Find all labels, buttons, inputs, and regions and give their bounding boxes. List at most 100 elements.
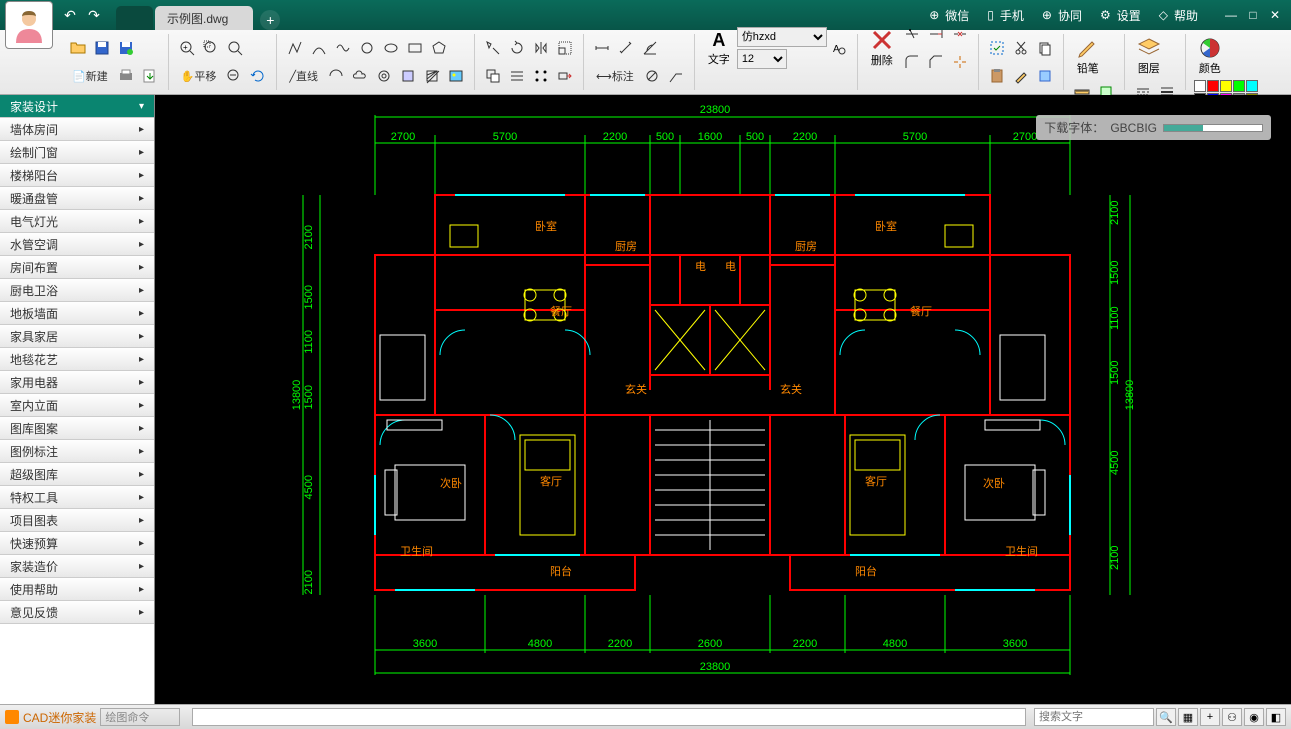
hatch-icon[interactable]	[421, 65, 443, 87]
fillet-icon[interactable]	[901, 51, 923, 73]
paste-icon[interactable]	[986, 65, 1008, 87]
sidebar-item-hvac[interactable]: 暖通盘管	[0, 187, 154, 210]
polygon-icon[interactable]	[428, 37, 450, 59]
maximize-button[interactable]: □	[1242, 6, 1264, 24]
color-green[interactable]	[1233, 80, 1245, 92]
trim-icon[interactable]	[901, 23, 923, 45]
copy-clip-icon[interactable]	[1034, 37, 1056, 59]
sidebar-item-library[interactable]: 图库图案	[0, 417, 154, 440]
color-button[interactable]: 颜色	[1192, 34, 1228, 78]
zoom-dropdown-icon[interactable]	[224, 37, 246, 59]
font-size-select[interactable]: 12	[737, 49, 787, 69]
color-cyan[interactable]	[1246, 80, 1258, 92]
select-all-icon[interactable]	[986, 37, 1008, 59]
mirror-icon[interactable]	[530, 37, 552, 59]
break-icon[interactable]	[949, 23, 971, 45]
export-icon[interactable]	[139, 65, 161, 87]
polyline-icon[interactable]	[284, 37, 306, 59]
status-btn-1[interactable]: ▦	[1178, 708, 1198, 726]
close-button[interactable]: ✕	[1264, 6, 1286, 24]
status-btn-5[interactable]: ◧	[1266, 708, 1286, 726]
print-icon[interactable]	[115, 65, 137, 87]
sidebar-item-legend[interactable]: 图例标注	[0, 440, 154, 463]
color-red[interactable]	[1207, 80, 1219, 92]
ellipse-icon[interactable]	[380, 37, 402, 59]
find-text-icon[interactable]: A	[828, 37, 850, 59]
tab-1[interactable]	[116, 6, 153, 30]
dim-diameter-icon[interactable]	[641, 65, 663, 87]
search-text-input[interactable]	[1034, 708, 1154, 726]
drawing-canvas[interactable]: 23800 2700 5700 2200 500 1600 500 2200 5…	[155, 95, 1291, 704]
arc-icon[interactable]	[308, 37, 330, 59]
match-prop-icon[interactable]	[1010, 65, 1032, 87]
save-icon[interactable]	[91, 37, 113, 59]
scale-icon[interactable]	[554, 37, 576, 59]
sidebar-item-stair-balcony[interactable]: 楼梯阳台	[0, 164, 154, 187]
arc2-icon[interactable]	[325, 65, 347, 87]
rotate-icon[interactable]	[506, 37, 528, 59]
spline-icon[interactable]	[332, 37, 354, 59]
sidebar-item-furniture[interactable]: 家具家居	[0, 325, 154, 348]
copy-icon[interactable]	[482, 65, 504, 87]
new-tab-button[interactable]: +	[260, 10, 280, 30]
rect-icon[interactable]	[404, 37, 426, 59]
status-btn-3[interactable]: ⚇	[1222, 708, 1242, 726]
circle-icon[interactable]	[356, 37, 378, 59]
dim-linear-icon[interactable]	[591, 37, 613, 59]
cloud-icon[interactable]	[349, 65, 371, 87]
collab-link[interactable]: ⊕协同	[1042, 7, 1088, 24]
stretch-icon[interactable]	[554, 65, 576, 87]
ring-icon[interactable]	[373, 65, 395, 87]
sidebar-item-help[interactable]: 使用帮助	[0, 578, 154, 601]
zoom-extents-icon[interactable]: +	[176, 37, 198, 59]
sidebar-item-door-window[interactable]: 绘制门窗	[0, 141, 154, 164]
sidebar-item-wall-room[interactable]: 墙体房间	[0, 118, 154, 141]
array-icon[interactable]	[530, 65, 552, 87]
sidebar-item-feedback[interactable]: 意见反馈	[0, 601, 154, 624]
sidebar-item-appliance[interactable]: 家用电器	[0, 371, 154, 394]
delete-button[interactable]: 删除	[864, 26, 900, 70]
pan-button[interactable]: ✋平移	[175, 66, 223, 86]
status-btn-2[interactable]: +	[1200, 708, 1220, 726]
sidebar-item-premium[interactable]: 特权工具	[0, 486, 154, 509]
offset-icon[interactable]	[506, 65, 528, 87]
tab-2-active[interactable]: 示例图.dwg	[155, 6, 253, 30]
block-icon[interactable]	[1034, 65, 1056, 87]
settings-link[interactable]: ⚙设置	[1100, 7, 1147, 24]
sidebar-item-room-layout[interactable]: 房间布置	[0, 256, 154, 279]
open-icon[interactable]	[67, 37, 89, 59]
sidebar-item-floor-wall[interactable]: 地板墙面	[0, 302, 154, 325]
text-button[interactable]: A 文字	[701, 28, 737, 69]
cut-icon[interactable]	[1010, 37, 1032, 59]
pencil-button[interactable]: 铅笔	[1070, 34, 1106, 78]
annot-button[interactable]: ⟷标注	[590, 66, 640, 86]
search-button[interactable]: 🔍	[1156, 708, 1176, 726]
status-btn-4[interactable]: ◉	[1244, 708, 1264, 726]
sidebar-item-schedule[interactable]: 项目图表	[0, 509, 154, 532]
redo-button[interactable]: ↷	[84, 5, 104, 25]
image-icon[interactable]	[445, 65, 467, 87]
leader-icon[interactable]	[665, 65, 687, 87]
sidebar-item-kitchen-bath[interactable]: 厨电卫浴	[0, 279, 154, 302]
line-button[interactable]: ╱直线	[283, 66, 324, 86]
saveas-icon[interactable]	[115, 37, 137, 59]
sidebar-item-carpet[interactable]: 地毯花艺	[0, 348, 154, 371]
sidebar-item-plumbing[interactable]: 水管空调	[0, 233, 154, 256]
explode-icon[interactable]	[949, 51, 971, 73]
mobile-link[interactable]: ▯手机	[987, 7, 1030, 24]
undo-button[interactable]: ↶	[60, 5, 80, 25]
minimize-button[interactable]: —	[1220, 6, 1242, 24]
color-yellow[interactable]	[1220, 80, 1232, 92]
refresh-icon[interactable]	[247, 65, 269, 87]
zoom-window-icon[interactable]	[200, 37, 222, 59]
help-link[interactable]: ◇帮助	[1159, 7, 1204, 24]
move-icon[interactable]	[482, 37, 504, 59]
sidebar-item-home-design[interactable]: 家装设计	[0, 95, 154, 118]
new-file-button[interactable]: 📄新建	[66, 66, 114, 86]
user-avatar[interactable]	[5, 1, 53, 49]
sidebar-item-budget[interactable]: 快速预算	[0, 532, 154, 555]
zoom-out-icon[interactable]	[223, 65, 245, 87]
sidebar-item-cost[interactable]: 家装造价	[0, 555, 154, 578]
region-icon[interactable]	[397, 65, 419, 87]
layer-button[interactable]: 图层	[1131, 34, 1167, 78]
